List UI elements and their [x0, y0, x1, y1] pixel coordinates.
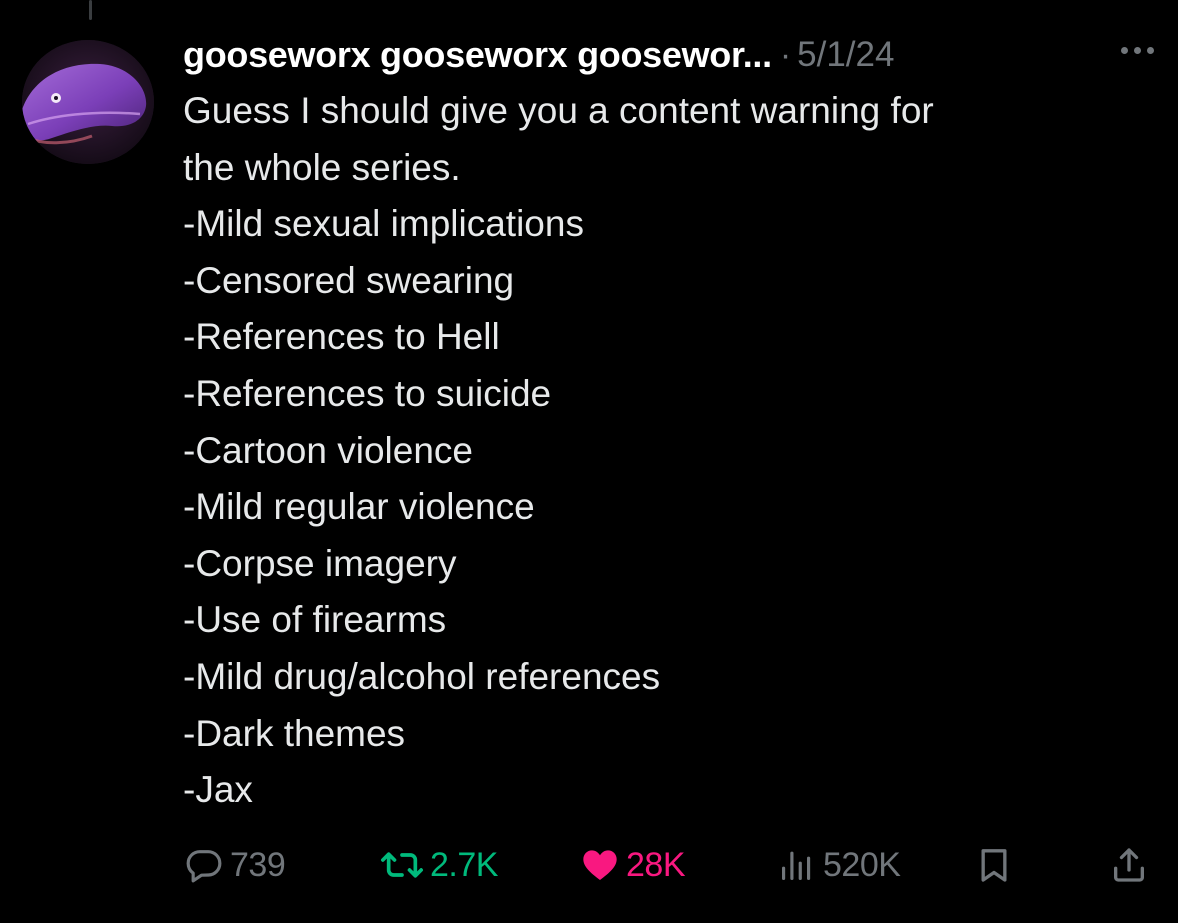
bookmark-button[interactable] [974, 840, 1014, 890]
tweet-text-line: -References to suicide [183, 372, 552, 414]
repost-icon [380, 845, 424, 885]
tweet-date[interactable]: 5/1/24 [797, 35, 894, 75]
tweet-text-line: Guess I should give you a content warnin… [183, 90, 934, 131]
tweet-text: Guess I should give you a content warnin… [183, 83, 1113, 819]
bookmark-icon [974, 845, 1014, 885]
tweet-text-line: -Cartoon violence [183, 429, 473, 471]
tweet-text-line: -Corpse imagery [183, 542, 457, 584]
heart-icon [580, 845, 620, 885]
repost-count: 2.7K [430, 845, 498, 884]
tweet-text-line: -Use of firearms [183, 599, 447, 641]
share-icon [1109, 845, 1149, 885]
tweet-text-line: the whole series. [183, 146, 461, 188]
tweet: gooseworx gooseworx goosewor... · 5/1/24… [183, 28, 1158, 819]
tweet-text-line: -Mild regular violence [183, 486, 535, 528]
thread-connector-line [89, 0, 92, 20]
tweet-text-line: -Jax [183, 769, 253, 811]
reply-count: 739 [230, 845, 286, 884]
header-separator: · [779, 35, 792, 74]
like-count: 28K [626, 845, 686, 884]
views-count: 520K [823, 845, 901, 884]
reply-icon [184, 845, 224, 885]
like-button[interactable]: 28K [580, 840, 686, 890]
more-options-button[interactable] [1117, 41, 1158, 60]
tweet-action-bar: 739 2.7K 28K 520K [184, 840, 1154, 890]
reply-button[interactable]: 739 [184, 840, 286, 890]
tweet-text-line: -Censored swearing [183, 259, 515, 301]
tweet-text-line: -Dark themes [183, 712, 406, 754]
tweet-text-line: -Mild sexual implications [183, 203, 584, 245]
author-display-name[interactable]: gooseworx gooseworx goosewor... [183, 34, 772, 76]
more-horizontal-icon [1121, 47, 1128, 54]
tweet-text-line: -References to Hell [183, 316, 500, 358]
avatar[interactable] [22, 40, 154, 164]
share-button[interactable] [1109, 840, 1149, 890]
views-icon [777, 845, 817, 885]
tweet-header: gooseworx gooseworx goosewor... · 5/1/24 [183, 28, 1158, 82]
more-horizontal-icon [1134, 47, 1141, 54]
tweet-text-line: -Mild drug/alcohol references [183, 655, 661, 697]
views-button[interactable]: 520K [777, 840, 901, 890]
more-horizontal-icon [1147, 47, 1154, 54]
repost-button[interactable]: 2.7K [380, 840, 498, 890]
